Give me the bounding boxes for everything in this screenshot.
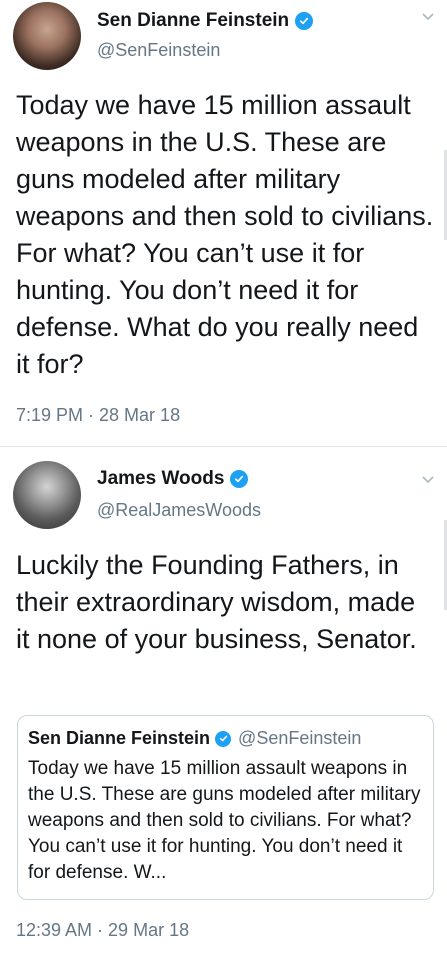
avatar[interactable] xyxy=(13,2,81,70)
verified-badge-icon xyxy=(295,12,314,30)
quoted-tweet-text: Today we have 15 million assault weapons… xyxy=(28,758,421,883)
quoted-author-handle: @SenFeinstein xyxy=(238,728,362,748)
tweet-timestamp[interactable]: 12:39 AM · 29 Mar 18 xyxy=(16,920,189,941)
author-row: James Woods xyxy=(97,468,249,490)
tweet-card[interactable]: Sen Dianne Feinstein @SenFeinstein Today… xyxy=(0,0,447,446)
author-name[interactable]: Sen Dianne Feinstein xyxy=(97,10,289,32)
avatar[interactable] xyxy=(13,461,81,529)
author-handle[interactable]: @RealJamesWoods xyxy=(97,500,261,521)
quoted-author-row: Sen Dianne Feinstein @SenFeinstein xyxy=(28,728,361,749)
verified-badge-icon xyxy=(215,730,232,747)
author-handle[interactable]: @SenFeinstein xyxy=(97,40,220,61)
verified-badge-icon xyxy=(230,470,249,488)
chevron-down-icon[interactable] xyxy=(421,12,435,22)
author-name[interactable]: James Woods xyxy=(97,468,224,490)
tweet-timestamp[interactable]: 7:19 PM · 28 Mar 18 xyxy=(16,405,180,426)
quoted-tweet[interactable]: Sen Dianne Feinstein @SenFeinstein Today… xyxy=(17,715,434,900)
tweet-text: Today we have 15 million assault weapons… xyxy=(16,90,434,379)
author-row: Sen Dianne Feinstein xyxy=(97,10,314,32)
tweet-card[interactable]: James Woods @RealJamesWoods Luckily the … xyxy=(0,447,447,960)
quoted-author-name: Sen Dianne Feinstein xyxy=(28,728,211,748)
chevron-down-icon[interactable] xyxy=(421,475,435,485)
tweet-text: Luckily the Founding Fathers, in their e… xyxy=(16,550,417,654)
